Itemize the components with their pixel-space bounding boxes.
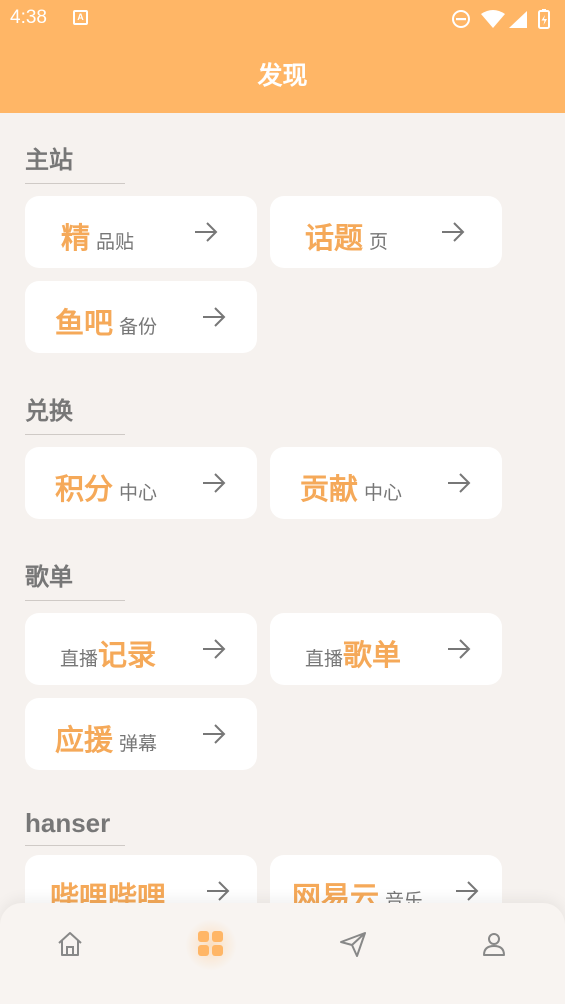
section-hanser: hanser [25,806,525,846]
card-big-text: 应援 [55,723,114,757]
card-big-text: 哔哩哔哩 [50,880,167,903]
card-big-text: 积分 [55,472,114,506]
card-label: 哔哩哔哩 [50,855,172,903]
card-label: 积分 中心 [55,447,157,519]
section-title: 兑换 [25,397,73,425]
arrow-right-icon [203,724,226,744]
grid-icon[interactable] [196,929,226,959]
card-bilibili[interactable]: 哔哩哔哩 [25,855,257,903]
section-divider [25,183,125,184]
arrow-right-icon [456,881,479,901]
card-label: 网易云 音乐 [292,855,423,903]
arrow-right-icon [203,473,226,493]
card-label: 精 品贴 [61,196,134,268]
card-fishbar-backup[interactable]: 鱼吧 备份 [25,281,257,353]
card-netease-music[interactable]: 网易云 音乐 [270,855,502,903]
section-divider [25,434,125,435]
section-main-site: 主站 [25,143,525,184]
arrow-right-icon [448,473,471,493]
card-big-text: 贡献 [300,472,359,506]
card-label: 贡献 中心 [300,447,402,519]
arrow-right-icon [442,222,465,242]
notification-a-icon: A [73,10,88,25]
arrow-right-icon [203,307,226,327]
section-playlist: 歌单 [25,560,525,601]
section-divider [25,845,125,846]
card-live-playlist[interactable]: 直播 歌单 [270,613,502,685]
card-label: 鱼吧 备份 [55,281,157,353]
app-header: 4:38 A 发现 [0,0,565,113]
bottom-navigation [0,903,565,1004]
section-title: 歌单 [25,563,73,591]
arrow-right-icon [195,222,218,242]
card-big-text: 鱼吧 [55,306,114,340]
card-small-text: 音乐 [385,890,424,903]
card-label: 直播 歌单 [305,613,401,685]
card-big-text: 话题 [305,221,364,255]
section-title: 主站 [25,146,73,174]
battery-icon [538,9,550,29]
card-featured-posts[interactable]: 精 品贴 [25,196,257,268]
user-icon[interactable] [479,929,509,959]
card-label: 应援 弹幕 [55,698,157,770]
status-icons [451,8,555,30]
card-big-text: 精 [61,221,91,255]
discover-content[interactable]: 主站 精 品贴 话题 页 鱼吧 备份 兑换 积分 中心 贡献 中心 歌单 直播 … [0,113,565,903]
card-small-text: 弹幕 [119,733,158,755]
card-small-text: 页 [369,231,389,253]
card-contribution-center[interactable]: 贡献 中心 [270,447,502,519]
card-big-text: 歌单 [343,638,402,672]
arrow-right-icon [448,639,471,659]
wifi-icon [481,10,505,28]
card-points-center[interactable]: 积分 中心 [25,447,257,519]
card-label: 直播 记录 [60,613,156,685]
section-divider [25,600,125,601]
section-exchange: 兑换 [25,394,525,435]
card-small-text: 备份 [119,316,158,338]
section-title: hanser [25,808,111,838]
card-small-text: 中心 [364,482,403,504]
page-title: 发现 [257,61,308,90]
status-bar: 4:38 A [0,0,565,38]
home-icon[interactable] [55,929,85,959]
arrow-right-icon [207,881,230,901]
dnd-icon [452,10,470,28]
card-big-text: 记录 [98,638,157,672]
signal-icon [509,11,527,28]
card-small-text: 中心 [119,482,158,504]
send-icon[interactable] [338,929,368,959]
card-live-records[interactable]: 直播 记录 [25,613,257,685]
card-small-text: 直播 [60,648,99,670]
card-big-text: 网易云 [292,880,380,903]
card-topics-page[interactable]: 话题 页 [270,196,502,268]
arrow-right-icon [203,639,226,659]
status-time: 4:38 [10,7,47,28]
card-support-danmaku[interactable]: 应援 弹幕 [25,698,257,770]
card-label: 话题 页 [305,196,388,268]
card-small-text: 品贴 [96,231,135,253]
card-small-text: 直播 [305,648,344,670]
